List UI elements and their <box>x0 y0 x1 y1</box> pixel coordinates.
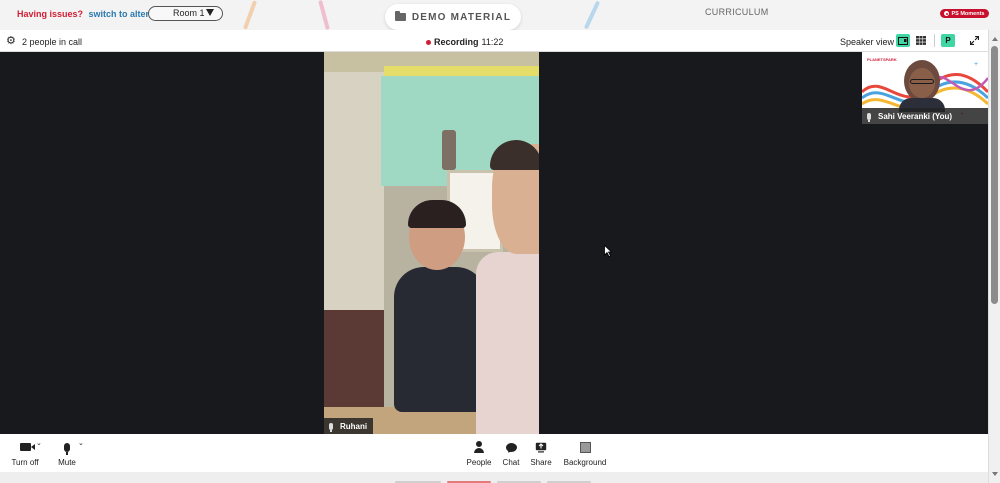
recording-dot-icon <box>426 39 431 45</box>
chat-button[interactable]: Chat <box>502 440 520 467</box>
decorative-stroke <box>583 0 601 30</box>
folder-icon <box>394 11 406 21</box>
demo-material-button[interactable]: DEMO MATERIAL <box>385 4 521 30</box>
room-select-value: Room 1 <box>173 8 205 18</box>
settings-gear-icon[interactable]: ⚙ <box>6 36 16 47</box>
scrollbar-thumb[interactable] <box>991 46 998 304</box>
microphone-icon <box>64 442 70 455</box>
camera-options-chevron-icon[interactable]: ⌄ <box>36 439 42 447</box>
video-stage: Ruhani + + PLANETSPARK Sahi Veeranki (Yo… <box>0 52 988 434</box>
share-screen-icon <box>535 442 547 452</box>
top-bar: Having issues? switch to alternate room … <box>0 0 1000 31</box>
call-info-bar: ⚙ 2 people in call Recording 11:22 Speak… <box>0 30 988 52</box>
recording-indicator: Recording 11:22 <box>426 37 503 47</box>
pin-participant-button[interactable]: P <box>941 34 955 47</box>
main-video-tile[interactable]: Ruhani <box>324 52 539 434</box>
having-issues-text: Having issues? <box>17 9 84 19</box>
divider <box>934 34 935 47</box>
background-button[interactable]: Background <box>562 440 608 467</box>
decorative-stroke <box>242 0 258 30</box>
moments-icon <box>944 11 950 16</box>
call-controls-bar: Turn off ⌄ Mute ⌄ People Chat Share Back… <box>0 434 988 472</box>
mic-toggle-button[interactable]: Mute <box>57 440 77 467</box>
mic-icon <box>329 422 333 432</box>
mic-options-chevron-icon[interactable]: ⌄ <box>78 439 84 447</box>
self-participant-name: Sahi Veeranki (You) <box>878 111 953 121</box>
view-mode-label: Speaker view <box>840 37 895 47</box>
ps-moments-label: PS Moments <box>951 10 985 17</box>
caret-down-icon <box>206 9 214 16</box>
bottom-strip <box>0 472 988 483</box>
self-name-tag: Sahi Veeranki (You) <box>862 108 988 124</box>
ps-moments-button[interactable]: PS Moments <box>940 9 989 18</box>
self-video-thumbnail[interactable]: + + PLANETSPARK Sahi Veeranki (You) <box>862 52 988 124</box>
share-label: Share <box>530 458 552 467</box>
background-label: Background <box>563 458 607 467</box>
people-button[interactable]: People <box>466 440 492 467</box>
people-label: People <box>466 458 492 467</box>
curriculum-tab[interactable]: CURRICULUM <box>705 7 769 17</box>
chat-icon <box>505 442 517 452</box>
decorative-stroke <box>318 0 330 31</box>
mic-label: Mute <box>58 458 76 467</box>
people-in-call-count: 2 people in call <box>22 37 83 47</box>
fullscreen-expand-icon[interactable] <box>967 34 981 47</box>
mouse-cursor-icon <box>604 245 612 257</box>
vertical-scrollbar[interactable] <box>988 30 1000 483</box>
camera-icon <box>19 443 35 451</box>
room-select[interactable]: Room 1 <box>148 6 223 21</box>
brand-logo: PLANETSPARK <box>867 57 897 62</box>
people-icon <box>474 441 484 453</box>
camera-label: Turn off <box>11 458 39 467</box>
share-button[interactable]: Share <box>530 440 552 467</box>
chat-label: Chat <box>502 458 520 467</box>
svg-text:+: + <box>974 61 978 68</box>
participant-name-tag: Ruhani <box>324 418 374 434</box>
scroll-down-arrow-icon[interactable] <box>992 472 998 476</box>
participant-name: Ruhani <box>340 421 368 431</box>
grid-view-icon[interactable] <box>914 34 928 47</box>
demo-material-label: DEMO MATERIAL <box>411 11 512 23</box>
recording-timer: 11:22 <box>481 37 504 47</box>
mic-icon <box>867 112 871 122</box>
scroll-up-arrow-icon[interactable] <box>992 37 998 41</box>
background-icon <box>579 441 591 453</box>
speaker-view-icon[interactable] <box>896 34 910 47</box>
recording-label: Recording <box>434 37 479 47</box>
